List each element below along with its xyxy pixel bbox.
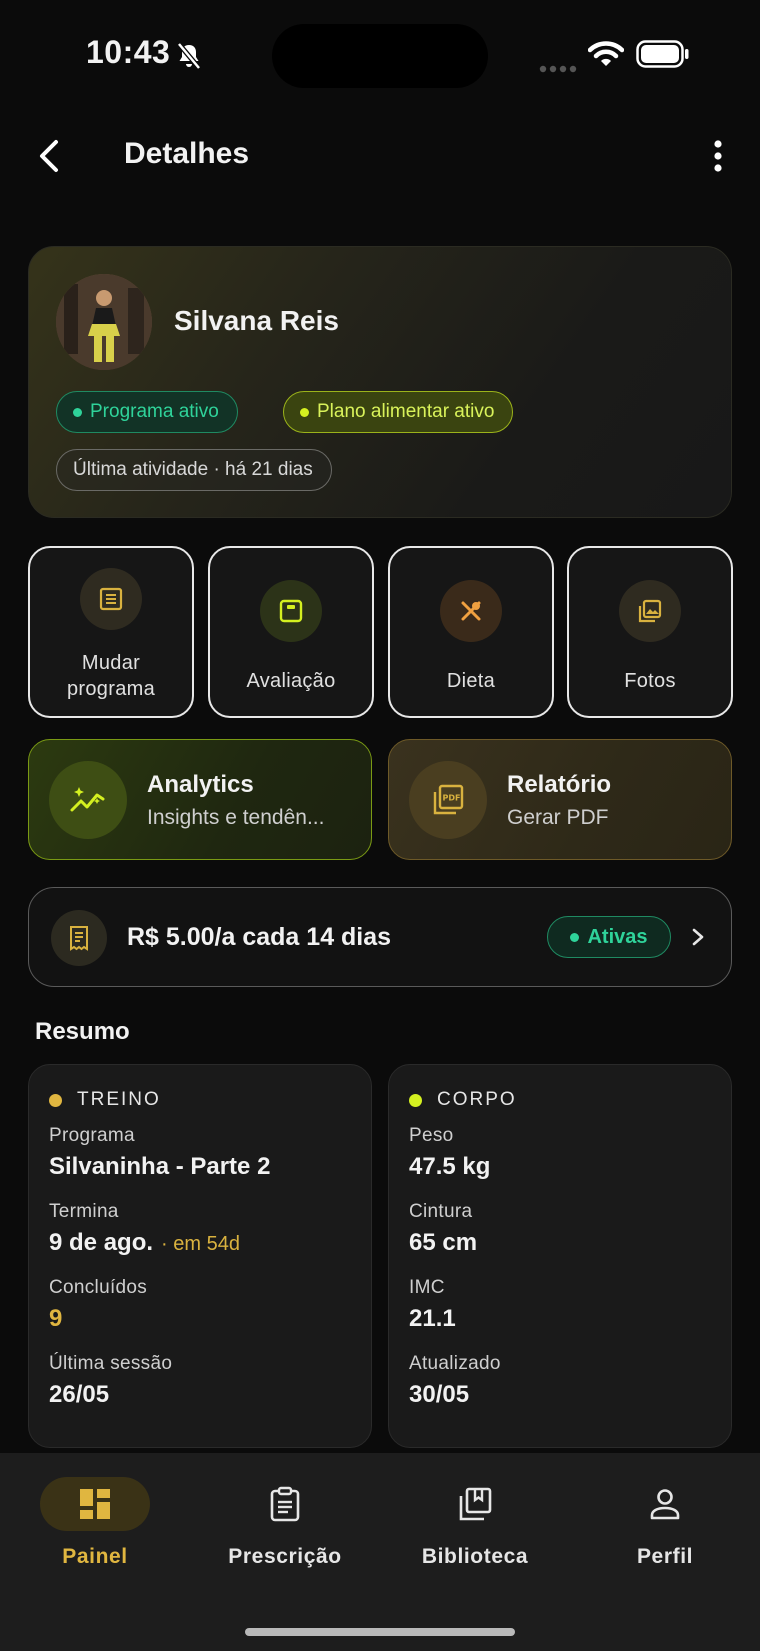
analytics-title: Analytics xyxy=(147,771,254,798)
change-program-button[interactable]: Mudar programa xyxy=(28,546,194,718)
diet-status-chip: Plano alimentar ativo xyxy=(283,391,514,433)
bmi-field: IMC 21.1 xyxy=(409,1277,456,1333)
training-summary-card: TREINO Programa Silvaninha - Parte 2 Ter… xyxy=(28,1064,372,1448)
status-dot xyxy=(49,1093,62,1107)
program-status-label: Programa ativo xyxy=(90,401,219,422)
clipboard-icon xyxy=(230,1477,340,1531)
dynamic-island xyxy=(272,24,488,88)
nav-panel-label: Painel xyxy=(62,1545,128,1568)
weight-label: Peso xyxy=(409,1125,454,1146)
subscription-status-label: Ativas xyxy=(587,925,648,948)
updated-label: Atualizado xyxy=(409,1353,501,1374)
scale-icon xyxy=(260,580,322,642)
status-dot xyxy=(570,932,580,942)
home-indicator xyxy=(245,1628,515,1636)
program-field: Programa Silvaninha - Parte 2 xyxy=(49,1125,270,1181)
diet-status-label: Plano alimentar ativo xyxy=(317,401,495,422)
body-summary-card: CORPO Peso 47.5 kg Cintura 65 cm IMC 21.… xyxy=(388,1064,732,1448)
nav-profile-label: Perfil xyxy=(636,1545,694,1568)
completed-label: Concluídos xyxy=(49,1277,148,1298)
bmi-value: 21.1 xyxy=(409,1305,456,1332)
body-heading-label: CORPO xyxy=(437,1089,517,1110)
mute-bell-icon xyxy=(176,42,202,75)
updated-value: 30/05 xyxy=(409,1381,470,1408)
bmi-label: IMC xyxy=(409,1277,445,1298)
wifi-icon xyxy=(587,40,625,73)
more-vertical-icon xyxy=(714,140,722,172)
svg-text:PDF: PDF xyxy=(443,794,461,803)
change-program-label: Mudar programa xyxy=(67,652,155,700)
last-session-field: Última sessão 26/05 xyxy=(49,1353,172,1409)
ends-value: 9 de ago. xyxy=(49,1229,154,1256)
last-session-value: 26/05 xyxy=(49,1381,110,1408)
training-heading-label: TREINO xyxy=(77,1089,161,1110)
last-session-label: Última sessão xyxy=(49,1353,173,1374)
photos-label: Fotos xyxy=(624,670,676,692)
body-heading: CORPO xyxy=(409,1089,517,1111)
subscription-row[interactable]: R$ 5.00/a cada 14 dias Ativas xyxy=(28,887,732,987)
trend-sparkle-icon xyxy=(49,761,127,839)
nav-item-prescription[interactable]: Prescrição xyxy=(190,1477,380,1577)
photo-library-icon xyxy=(619,580,681,642)
pdf-icon: PDF xyxy=(409,761,487,839)
assessment-label: Avaliação xyxy=(246,670,336,692)
page-title: Detalhes xyxy=(124,137,250,170)
back-button[interactable] xyxy=(30,132,70,180)
weight-field: Peso 47.5 kg xyxy=(409,1125,490,1181)
ends-label: Termina xyxy=(49,1201,119,1222)
photos-button[interactable]: Fotos xyxy=(567,546,733,718)
weight-value: 47.5 kg xyxy=(409,1153,491,1180)
status-dot xyxy=(409,1093,422,1107)
training-heading: TREINO xyxy=(49,1089,161,1111)
analytics-card[interactable]: Analytics Insights e tendên... xyxy=(28,739,372,860)
status-dot xyxy=(73,407,82,417)
ends-remaining: · em 54d xyxy=(161,1233,240,1255)
nav-prescription-label: Prescrição xyxy=(228,1545,342,1568)
diet-label: Dieta xyxy=(446,670,496,692)
program-label: Programa xyxy=(49,1125,135,1146)
completed-field: Concluídos 9 xyxy=(49,1277,147,1333)
battery-icon xyxy=(636,40,690,73)
last-activity-chip: Última atividade · há 21 dias xyxy=(56,449,332,491)
list-icon xyxy=(80,568,142,630)
utensils-icon xyxy=(440,580,502,642)
last-activity-label: Última atividade · há 21 dias xyxy=(73,459,313,480)
nav-library-label: Biblioteca xyxy=(421,1545,529,1568)
cellular-signal-icon xyxy=(539,60,577,78)
status-dot xyxy=(300,407,309,417)
report-card[interactable]: PDF Relatório Gerar PDF xyxy=(388,739,732,860)
program-status-chip: Programa ativo xyxy=(56,391,238,433)
library-icon xyxy=(420,1477,530,1531)
subscription-text: R$ 5.00/a cada 14 dias xyxy=(127,923,392,951)
report-subtitle: Gerar PDF xyxy=(507,806,609,829)
updated-field: Atualizado 30/05 xyxy=(409,1353,501,1409)
bottom-nav: Painel Prescrição Biblioteca Perfil xyxy=(0,1453,760,1651)
diet-button[interactable]: Dieta xyxy=(388,546,554,718)
waist-value: 65 cm xyxy=(409,1229,478,1256)
client-name: Silvana Reis xyxy=(174,305,339,336)
chevron-right-icon xyxy=(689,922,707,957)
subscription-status-badge: Ativas xyxy=(547,916,671,958)
waist-label: Cintura xyxy=(409,1201,473,1222)
completed-value: 9 xyxy=(49,1305,63,1332)
receipt-icon xyxy=(51,910,107,966)
avatar xyxy=(56,274,152,370)
ends-field: Termina 9 de ago. · em 54d xyxy=(49,1201,240,1257)
report-title: Relatório xyxy=(507,771,612,798)
summary-title: Resumo xyxy=(35,1018,130,1045)
chevron-left-icon xyxy=(40,140,58,172)
analytics-subtitle: Insights e tendên... xyxy=(147,806,325,829)
waist-field: Cintura 65 cm xyxy=(409,1201,477,1257)
more-options-button[interactable] xyxy=(706,136,730,176)
nav-item-panel[interactable]: Painel xyxy=(0,1477,190,1577)
nav-item-library[interactable]: Biblioteca xyxy=(380,1477,570,1577)
dashboard-icon xyxy=(40,1477,150,1531)
nav-item-profile[interactable]: Perfil xyxy=(570,1477,760,1577)
person-icon xyxy=(610,1477,720,1531)
status-time: 10:43 xyxy=(86,34,171,70)
program-value: Silvaninha - Parte 2 xyxy=(49,1153,271,1180)
assessment-button[interactable]: Avaliação xyxy=(208,546,374,718)
profile-card: Silvana Reis Programa ativo Plano alimen… xyxy=(28,246,732,518)
